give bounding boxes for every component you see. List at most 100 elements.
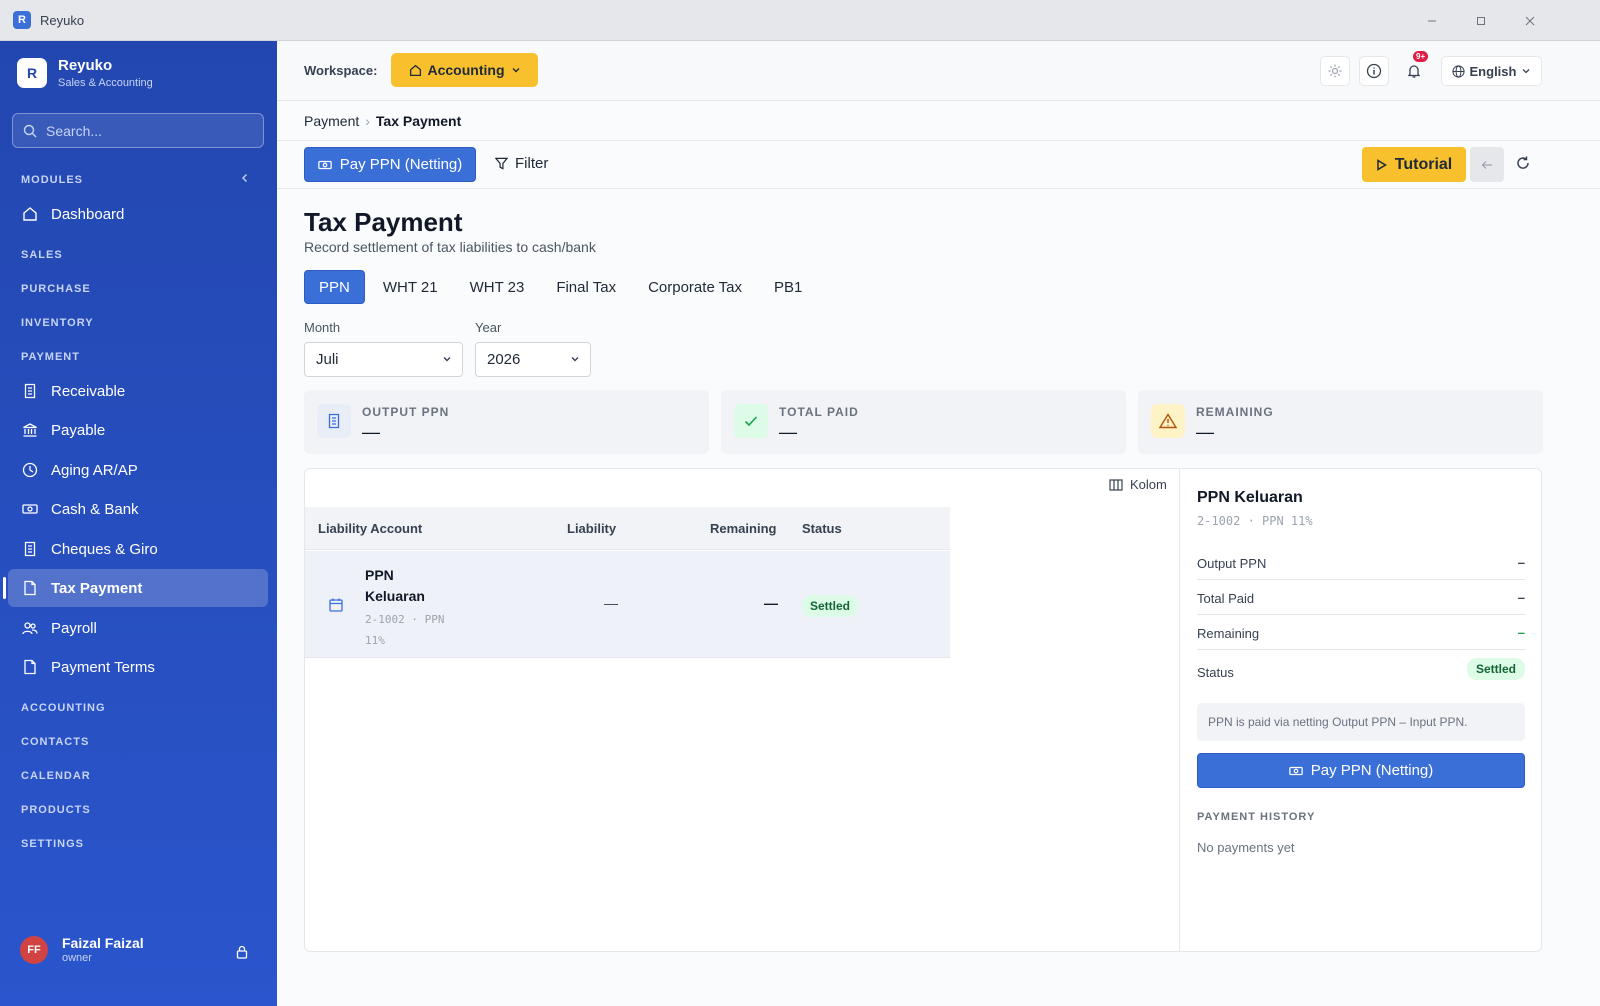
card-icon [317, 404, 351, 438]
clock-icon [22, 462, 38, 478]
sidebar-item-receivable[interactable]: Receivable [8, 372, 268, 410]
section-products[interactable]: PRODUCTS [21, 804, 91, 816]
info-icon [1366, 63, 1382, 79]
detail-pay-label: Pay PPN (Netting) [1310, 762, 1434, 779]
card-label: TOTAL PAID [779, 405, 859, 419]
row-code-line1: 2-1002 · PPN [365, 613, 445, 626]
lock-button[interactable] [236, 945, 248, 964]
sidebar-item-payment-terms[interactable]: Payment Terms [8, 648, 268, 686]
tab-pb1[interactable]: PB1 [760, 270, 816, 304]
top-bar: Workspace: Accounting 9+ English [277, 41, 1600, 101]
chevron-down-icon [1523, 69, 1530, 74]
detail-label: Remaining [1197, 626, 1260, 641]
page-subtitle: Record settlement of tax liabilities to … [304, 239, 596, 255]
active-indicator [3, 577, 6, 599]
close-window-button[interactable] [1506, 0, 1554, 41]
minimize-button[interactable] [1408, 0, 1456, 41]
sidebar-item-cash-bank[interactable]: Cash & Bank [8, 490, 268, 528]
language-selector[interactable]: English [1441, 56, 1542, 86]
section-sales[interactable]: SALES [21, 249, 63, 261]
columns-button[interactable]: Kolom [1109, 477, 1167, 492]
minimize-icon [1428, 20, 1436, 21]
detail-pay-ppn-button[interactable]: Pay PPN (Netting) [1197, 753, 1525, 788]
year-select[interactable]: 2026 [475, 342, 591, 377]
columns-label: Kolom [1130, 477, 1167, 492]
section-calendar[interactable]: CALENDAR [21, 770, 91, 782]
sidebar-item-payable[interactable]: Payable [8, 411, 268, 449]
file-icon [24, 580, 36, 596]
sidebar-item-aging[interactable]: Aging AR/AP [8, 451, 268, 489]
detail-row-paid: Total Paid – [1197, 580, 1525, 615]
receipt-icon [24, 541, 36, 557]
sidebar-item-tax-payment[interactable]: Tax Payment [8, 569, 268, 607]
brand: R Reyuko Sales & Accounting [17, 57, 153, 89]
theme-toggle-button[interactable] [1320, 56, 1350, 86]
section-settings[interactable]: SETTINGS [21, 838, 84, 850]
sidebar-item-label: Tax Payment [51, 579, 143, 597]
sidebar-search-input[interactable]: Search... [12, 113, 264, 148]
year-value: 2026 [487, 351, 521, 368]
row-account-name: PPN Keluaran [365, 565, 425, 607]
total-paid-card: TOTAL PAID — [721, 390, 1126, 454]
detail-value: – [1517, 625, 1525, 640]
banknote-icon [317, 160, 332, 169]
chevron-down-icon [443, 357, 451, 362]
maximize-button[interactable] [1457, 0, 1505, 41]
sidebar-item-cheques[interactable]: Cheques & Giro [8, 530, 268, 568]
tab-corporate-tax[interactable]: Corporate Tax [634, 270, 756, 304]
users-icon [22, 622, 38, 635]
sidebar-item-payroll[interactable]: Payroll [8, 609, 268, 647]
table-row[interactable]: PPN Keluaran 2-1002 · PPN 11% — — Settle… [305, 551, 950, 658]
sidebar: R Reyuko Sales & Accounting Search... MO… [0, 41, 277, 1006]
section-payment[interactable]: PAYMENT [21, 351, 80, 363]
action-bar: Pay PPN (Netting) Filter Tutorial [277, 141, 1600, 189]
language-value: English [1469, 63, 1517, 79]
netting-note: PPN is paid via netting Output PPN – Inp… [1197, 703, 1525, 741]
back-button[interactable] [1470, 147, 1504, 182]
refresh-button[interactable] [1515, 155, 1531, 176]
user-profile[interactable]: FF Faizal Faizal owner [20, 935, 144, 964]
payment-history-title: PAYMENT HISTORY [1197, 811, 1316, 823]
row-remaining: — [764, 595, 778, 611]
tab-ppn[interactable]: PPN [304, 270, 365, 304]
section-contacts[interactable]: CONTACTS [21, 736, 89, 748]
user-role: owner [62, 952, 92, 964]
tab-final-tax[interactable]: Final Tax [542, 270, 630, 304]
breadcrumb-current: Tax Payment [375, 112, 462, 129]
workspace-value: Accounting [427, 62, 505, 78]
detail-panel: PPN Keluaran 2-1002 · PPN 11% Output PPN… [1179, 468, 1542, 952]
filter-icon [495, 157, 508, 170]
pay-ppn-button[interactable]: Pay PPN (Netting) [304, 147, 476, 182]
collapse-sidebar-button[interactable] [240, 172, 250, 186]
tutorial-button[interactable]: Tutorial [1362, 147, 1466, 182]
brand-name: Reyuko [58, 57, 113, 74]
breadcrumb: Payment › Tax Payment [277, 101, 1600, 141]
card-value: — [362, 422, 380, 442]
pay-ppn-label: Pay PPN (Netting) [339, 156, 463, 173]
sidebar-item-label: Cheques & Giro [51, 540, 158, 558]
month-select[interactable]: Juli [304, 342, 463, 377]
filter-button[interactable]: Filter [495, 155, 548, 172]
section-accounting[interactable]: ACCOUNTING [21, 702, 106, 714]
sidebar-item-dashboard[interactable]: Dashboard [8, 195, 268, 233]
tab-wht-23[interactable]: WHT 23 [456, 270, 539, 304]
info-button[interactable] [1359, 56, 1389, 86]
header-status[interactable]: Status [802, 521, 842, 536]
sidebar-item-label: Dashboard [51, 205, 125, 223]
card-value: — [779, 422, 797, 442]
detail-label: Total Paid [1197, 591, 1255, 606]
header-remaining[interactable]: Remaining [710, 521, 776, 536]
section-inventory[interactable]: INVENTORY [21, 317, 94, 329]
card-icon [734, 404, 768, 438]
arrow-left-icon [1481, 160, 1492, 169]
close-icon [1525, 16, 1535, 25]
breadcrumb-parent[interactable]: Payment [304, 113, 359, 129]
header-account[interactable]: Liability Account [318, 521, 422, 536]
tab-wht-21[interactable]: WHT 21 [369, 270, 452, 304]
detail-row-status: Status Settled [1197, 652, 1525, 692]
remaining-card: REMAINING — [1138, 390, 1543, 454]
notifications-button[interactable]: 9+ [1399, 51, 1429, 86]
section-purchase[interactable]: PURCHASE [21, 283, 91, 295]
workspace-dropdown[interactable]: Accounting [391, 53, 538, 87]
header-liability[interactable]: Liability [567, 521, 616, 536]
